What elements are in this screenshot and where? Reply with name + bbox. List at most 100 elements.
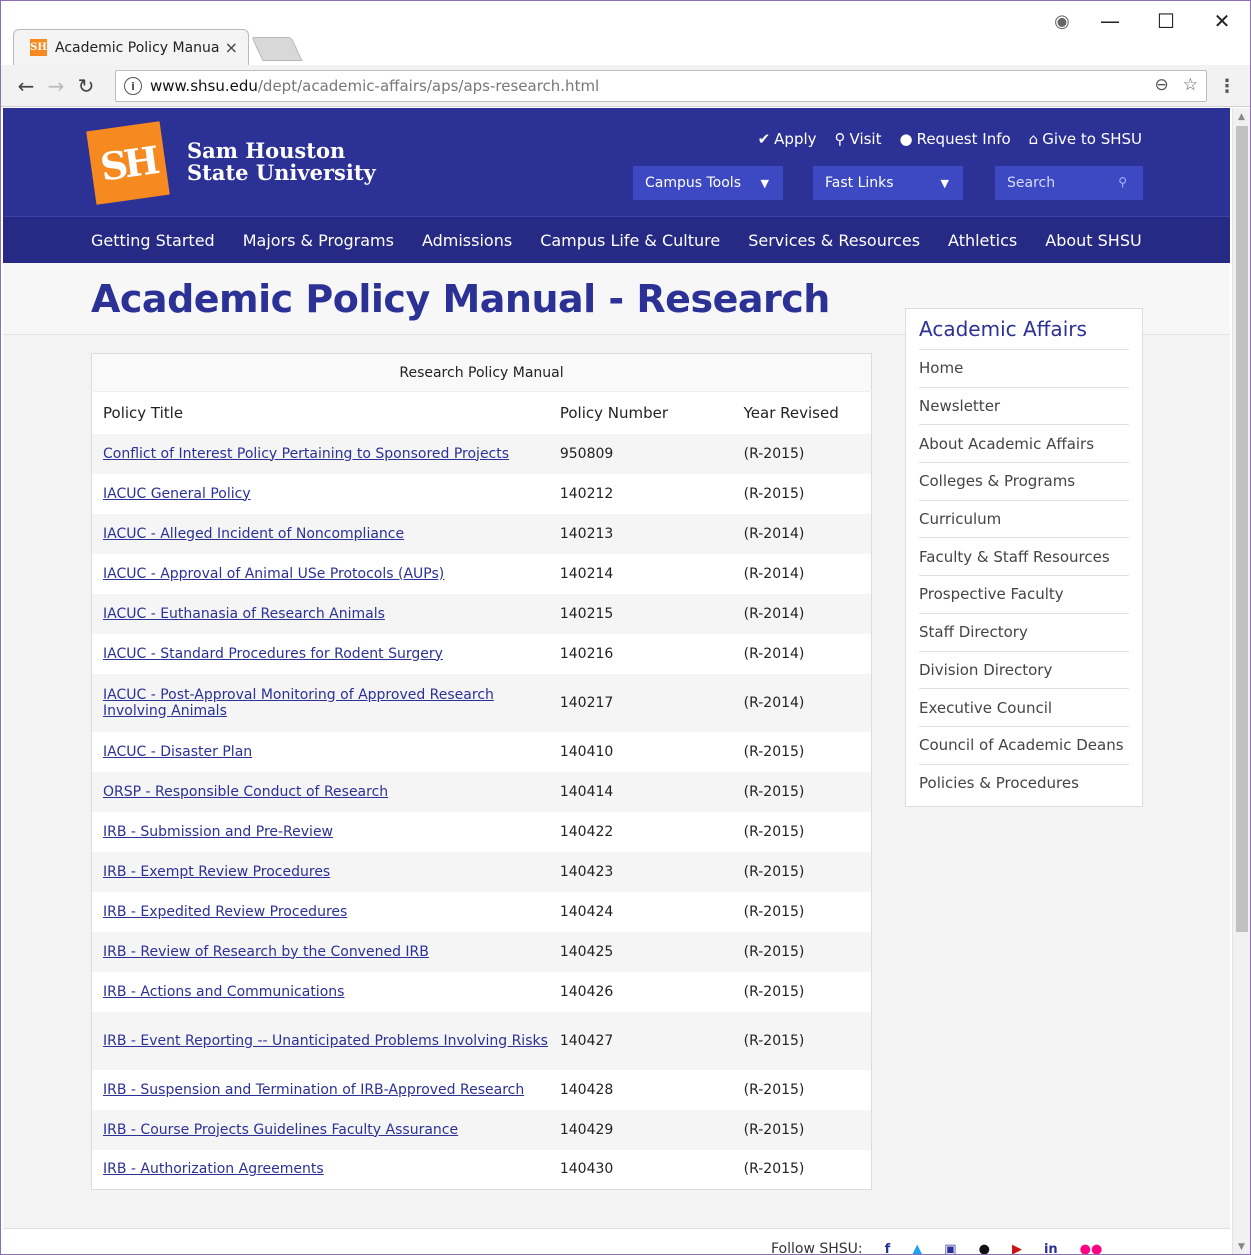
scroll-up-icon[interactable]: ▲ (1238, 112, 1245, 122)
shsu-logo-icon[interactable]: SH (86, 121, 170, 205)
policy-link[interactable]: IACUC General Policy (103, 486, 251, 502)
browser-menu-icon[interactable]: ⋮ (1218, 76, 1236, 97)
sidebar-item-home[interactable]: Home (919, 350, 1129, 388)
visit-link[interactable]: ⚲ Visit (835, 130, 882, 148)
maximize-button[interactable]: ☐ (1138, 9, 1194, 33)
year-revised: (R-2015) (732, 433, 872, 474)
table-row: IRB - Exempt Review Procedures 140423 (R-2… (91, 851, 872, 892)
reload-icon[interactable]: ↻ (71, 74, 101, 98)
new-tab-button[interactable] (251, 37, 303, 61)
policy-link[interactable]: ORSP - Responsible Conduct of Research (103, 784, 388, 800)
logo-line-2: State University (187, 160, 376, 185)
give-link[interactable]: ⌂ Give to SHSU (1029, 130, 1142, 148)
policy-link[interactable]: IACUC - Euthanasia of Research Animals (103, 606, 385, 622)
policy-number: 140426 (548, 971, 733, 1012)
zoom-icon[interactable]: ⊖ (1155, 75, 1169, 95)
nav-campus-life[interactable]: Campus Life & Culture (540, 231, 720, 250)
policy-link[interactable]: IRB - Expedited Review Procedures (103, 904, 347, 920)
sidebar-item-newsletter[interactable]: Newsletter (919, 388, 1129, 426)
nav-about-shsu[interactable]: About SHSU (1045, 231, 1141, 250)
sidebar-item-prospective-faculty[interactable]: Prospective Faculty (919, 576, 1129, 614)
policy-title-cell: IRB - Course Projects Guidelines Faculty… (91, 1109, 549, 1150)
table-caption: Research Policy Manual (91, 353, 872, 392)
table-row: IRB - Submission and Pre-Review 140422 (R-… (91, 811, 872, 852)
table-row: IRB - Event Reporting -- Unanticipated P… (91, 1011, 872, 1070)
sidebar-item-policies-procedures[interactable]: Policies & Procedures (919, 765, 1129, 803)
fast-links-label: Fast Links (825, 175, 894, 191)
address-bar[interactable]: i www.shsu.edu/dept/academic-affairs/aps… (115, 70, 1207, 102)
facebook-icon[interactable]: f (885, 1242, 891, 1255)
bookmark-star-icon[interactable]: ☆ (1183, 75, 1198, 95)
site-search-input[interactable]: Search ⚲ (995, 166, 1143, 200)
policy-link[interactable]: IACUC - Standard Procedures for Rodent S… (103, 646, 443, 662)
campus-tools-label: Campus Tools (645, 175, 741, 191)
policy-link[interactable]: IRB - Event Reporting -- Unanticipated P… (103, 1033, 548, 1049)
policy-link[interactable]: Conflict of Interest Policy Pertaining t… (103, 446, 509, 462)
give-label: Give to SHSU (1042, 130, 1142, 148)
table-row: Conflict of Interest Policy Pertaining t… (91, 433, 872, 474)
youtube-icon[interactable]: ▶ (1012, 1242, 1022, 1255)
sidebar-item-about-academic-affairs[interactable]: About Academic Affairs (919, 425, 1129, 464)
sidebar-item-faculty-staff-resources[interactable]: Faculty & Staff Resources (919, 538, 1129, 577)
nav-athletics[interactable]: Athletics (948, 231, 1017, 250)
back-arrow-icon[interactable]: ← (11, 74, 41, 98)
sidebar-item-colleges-programs[interactable]: Colleges & Programs (919, 463, 1129, 501)
policy-title-cell: IACUC - Alleged Incident of Noncomplianc… (91, 513, 549, 554)
policy-link[interactable]: IACUC - Approval of Animal USe Protocols… (103, 566, 444, 582)
close-window-button[interactable]: ✕ (1194, 9, 1250, 33)
sidebar-item-curriculum[interactable]: Curriculum (919, 501, 1129, 539)
policy-number: 140217 (548, 673, 733, 732)
policy-link[interactable]: IRB - Exempt Review Procedures (103, 864, 330, 880)
nav-majors-programs[interactable]: Majors & Programs (243, 231, 394, 250)
policy-link[interactable]: IRB - Actions and Communications (103, 984, 344, 1000)
apply-link[interactable]: ✔ Apply (758, 130, 817, 148)
request-info-link[interactable]: ● Request Info (899, 130, 1010, 148)
sidebar-item-division-directory[interactable]: Division Directory (919, 652, 1129, 690)
main-navigation: Getting Started Majors & Programs Admiss… (3, 216, 1230, 263)
instagram-icon[interactable]: ▣ (944, 1242, 956, 1255)
sidebar-item-executive-council[interactable]: Executive Council (919, 689, 1129, 727)
linkedin-icon[interactable]: in (1044, 1242, 1058, 1255)
scrollbar-thumb[interactable] (1236, 126, 1248, 932)
follow-shsu: Follow SHSU: f ▲ ▣ ● ▶ in ●● (771, 1241, 1103, 1255)
policy-link[interactable]: IRB - Suspension and Termination of IRB-… (103, 1082, 524, 1098)
forward-arrow-icon[interactable]: → (41, 74, 71, 98)
nav-admissions[interactable]: Admissions (422, 231, 512, 250)
minimize-button[interactable]: — (1082, 9, 1138, 33)
utility-links: ✔ Apply ⚲ Visit ● Request Info ⌂ Give to SHS… (758, 130, 1142, 148)
nav-services-resources[interactable]: Services & Resources (748, 231, 920, 250)
policy-link[interactable]: IACUC - Alleged Incident of Noncomplianc… (103, 526, 404, 542)
policy-number: 140214 (548, 553, 733, 594)
scroll-down-icon[interactable]: ▼ (1238, 1242, 1245, 1252)
page-scrollbar[interactable]: ▲ ▼ (1232, 108, 1250, 1254)
header-policy-number: Policy Number (559, 403, 669, 422)
nav-getting-started[interactable]: Getting Started (91, 231, 215, 250)
twitter-icon[interactable]: ▲ (912, 1242, 922, 1255)
policy-link[interactable]: IRB - Course Projects Guidelines Faculty… (103, 1122, 458, 1138)
sidebar-item-staff-directory[interactable]: Staff Directory (919, 614, 1129, 652)
browser-tab[interactable]: SH Academic Policy Manual × (13, 29, 249, 65)
policy-link[interactable]: IRB - Authorization Agreements (103, 1161, 324, 1177)
close-tab-icon[interactable]: × (225, 38, 238, 57)
sidebar-item-council-of-academic-deans[interactable]: Council of Academic Deans (919, 727, 1129, 765)
policy-link[interactable]: IRB - Review of Research by the Convened… (103, 944, 429, 960)
policy-number: 140429 (548, 1109, 733, 1150)
year-revised: (R-2015) (732, 1109, 872, 1150)
snapchat-icon[interactable]: ● (979, 1242, 990, 1255)
policy-link[interactable]: IACUC - Disaster Plan (103, 744, 252, 760)
header-policy-title: Policy Title (103, 403, 184, 422)
policy-link[interactable]: IACUC - Post-Approval Monitoring of Appr… (103, 687, 494, 719)
university-name[interactable]: Sam Houston State University (187, 140, 376, 184)
site-info-icon[interactable]: i (124, 77, 142, 95)
policy-title-cell: IRB - Submission and Pre-Review (91, 811, 549, 852)
fast-links-dropdown[interactable]: Fast Links ▼ (813, 166, 963, 200)
search-icon[interactable]: ⚲ (1118, 175, 1127, 189)
policy-title-cell: IRB - Review of Research by the Convened… (91, 931, 549, 972)
profile-icon[interactable]: ◉ (1042, 11, 1082, 32)
policy-link[interactable]: IRB - Submission and Pre-Review (103, 824, 333, 840)
map-pin-icon: ⚲ (834, 130, 846, 148)
campus-tools-dropdown[interactable]: Campus Tools ▼ (633, 166, 783, 200)
policy-number: 140410 (548, 731, 733, 772)
policy-table: Research Policy Manual Policy Title Poli… (91, 353, 872, 1190)
flickr-icon[interactable]: ●● (1080, 1242, 1103, 1255)
